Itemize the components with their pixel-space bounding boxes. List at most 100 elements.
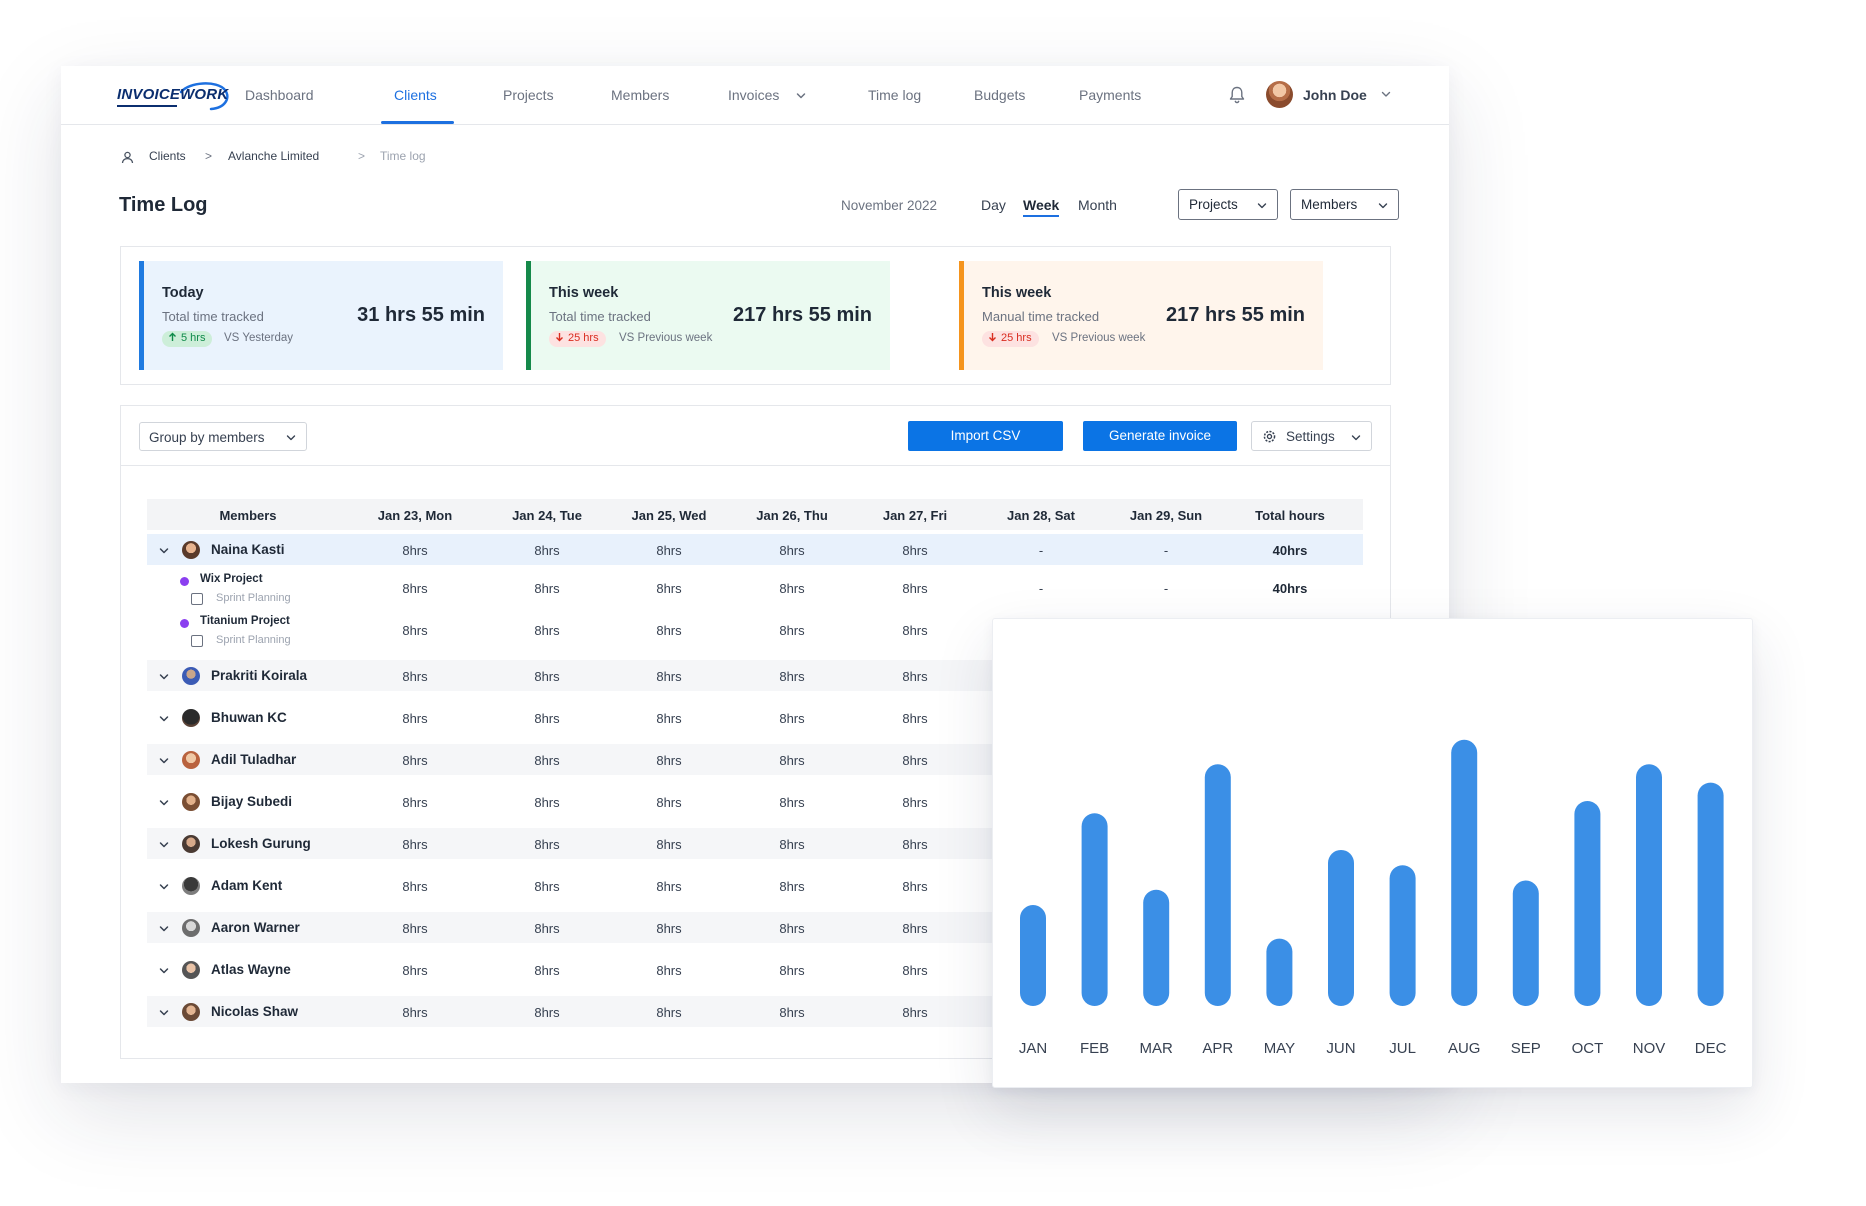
chevron-down-icon [796,93,806,99]
breadcrumb-clients[interactable]: Clients [149,149,186,163]
group-by-select[interactable]: Group by members [139,422,307,451]
chevron-down-icon[interactable] [159,546,169,556]
hours-cell: 8hrs [902,837,928,852]
hours-cell: 8hrs [656,795,682,810]
bell-icon[interactable] [1229,86,1245,104]
chevron-down-icon[interactable] [159,840,169,850]
chevron-down-icon[interactable] [159,966,169,976]
x-tick-label: JUL [1389,1040,1416,1057]
chevron-down-icon[interactable] [159,672,169,682]
user-icon [121,151,134,164]
chevron-down-icon [286,435,296,441]
chevron-down-icon[interactable] [159,924,169,934]
hours-cell: 8hrs [779,543,805,558]
x-tick-label: SEP [1511,1040,1541,1057]
task-checkbox[interactable] [191,635,203,647]
hours-cell: 8hrs [779,963,805,978]
member-name[interactable]: Adil Tuladhar [211,752,296,767]
table-header: Members Jan 23, Mon Jan 24, Tue Jan 25, Wed… [147,499,1363,530]
tab-day[interactable]: Day [981,197,1006,213]
member-name[interactable]: Lokesh Gurung [211,836,311,851]
settings-button[interactable]: Settings [1251,421,1372,451]
member-name[interactable]: Naina Kasti [211,542,285,557]
gear-icon [1263,430,1276,443]
user-avatar[interactable] [1266,81,1293,108]
bar-sep [1512,880,1539,1006]
chevron-down-icon[interactable] [159,882,169,892]
member-name[interactable]: Aaron Warner [211,920,300,935]
nav-item-payments[interactable]: Payments [1079,87,1141,103]
trend-badge: 5 hrs [162,331,213,347]
hours-cell: 8hrs [534,581,560,596]
bar-may [1266,938,1293,1006]
member-name[interactable]: Adam Kent [211,878,282,893]
breadcrumb-separator: > [358,149,366,163]
generate-invoice-button[interactable]: Generate invoice [1083,421,1237,451]
column-header: Jan 27, Fri [882,508,948,523]
hours-cell: 8hrs [902,711,928,726]
chevron-down-icon[interactable] [1380,88,1392,100]
column-header: Members [219,508,277,523]
avatar [182,541,200,559]
project-name[interactable]: Titanium Project [200,615,290,627]
stat-comparison: VS Previous week [619,332,713,344]
member-name[interactable]: Bijay Subedi [211,794,292,809]
bar-jul [1389,865,1416,1006]
hours-cell: 8hrs [779,623,805,638]
nav-item-invoices[interactable]: Invoices [728,87,779,103]
nav-item-budgets[interactable]: Budgets [974,87,1025,103]
chevron-down-icon [1257,203,1267,209]
user-name[interactable]: John Doe [1303,87,1367,103]
member-name[interactable]: Bhuwan KC [211,710,287,725]
x-tick-label: DEC [1695,1040,1727,1057]
breadcrumb-client[interactable]: Avlanche Limited [228,149,319,163]
table-row[interactable]: Naina Kasti 8hrs 8hrs 8hrs 8hrs 8hrs - - 40hrs [147,534,1363,565]
nav-item-members[interactable]: Members [611,87,669,103]
tab-week[interactable]: Week [1023,197,1060,217]
hours-cell: 8hrs [402,837,428,852]
nav-item-clients[interactable]: Clients [394,87,437,103]
stat-title: This week [982,285,1052,301]
import-csv-button[interactable]: Import CSV [908,421,1063,451]
project-row[interactable]: Wix Project Sprint Planning 8hrs 8hrs 8hrs 8h… [147,567,1363,609]
hours-cell: 8hrs [779,837,805,852]
stat-title: Today [162,285,204,301]
bar-mar [1143,889,1170,1006]
hours-cell: 8hrs [534,1005,560,1020]
member-name[interactable]: Nicolas Shaw [211,1004,298,1019]
members-filter-button[interactable]: Members [1290,189,1399,220]
projects-filter-button[interactable]: Projects [1178,189,1278,220]
x-tick-label: MAY [1264,1040,1295,1057]
nav-item-time-log[interactable]: Time log [868,87,921,103]
nav-item-projects[interactable]: Projects [503,87,554,103]
hours-cell: 8hrs [534,711,560,726]
stat-subtitle: Manual time tracked [982,309,1100,324]
hours-cell: 8hrs [902,921,928,936]
stat-card: This week Manual time tracked 217 hrs 55 m… [959,261,1323,370]
project-color-dot [180,577,189,586]
hours-cell: 8hrs [534,963,560,978]
bar-chart: JAN FEB MAR APR MAY JUN JUL AUG SEP OCT NOV DEC [1019,739,1727,1057]
chevron-down-icon[interactable] [159,714,169,724]
trend-badge: 25 hrs [982,331,1039,347]
tab-month[interactable]: Month [1078,197,1117,213]
chevron-down-icon[interactable] [159,756,169,766]
hours-cell: 8hrs [902,963,928,978]
x-tick-label: AUG [1448,1040,1481,1057]
brand-logo[interactable]: INVOICEWORK [117,82,229,111]
hours-cell: 8hrs [402,1005,428,1020]
chevron-down-icon[interactable] [159,798,169,808]
chevron-down-icon[interactable] [159,1008,169,1018]
member-name[interactable]: Prakriti Koirala [211,668,307,683]
task-checkbox[interactable] [191,593,203,605]
nav-item-dashboard[interactable]: Dashboard [245,87,314,103]
hours-cell: 8hrs [902,795,928,810]
column-header: Jan 29, Sun [1129,508,1203,523]
hours-cell: 8hrs [402,669,428,684]
member-name[interactable]: Atlas Wayne [211,962,291,977]
project-name[interactable]: Wix Project [200,573,263,585]
hours-cell: 8hrs [779,795,805,810]
x-tick-label: NOV [1633,1040,1666,1057]
arrow-down-icon [989,333,996,342]
hours-cell: 8hrs [656,1005,682,1020]
